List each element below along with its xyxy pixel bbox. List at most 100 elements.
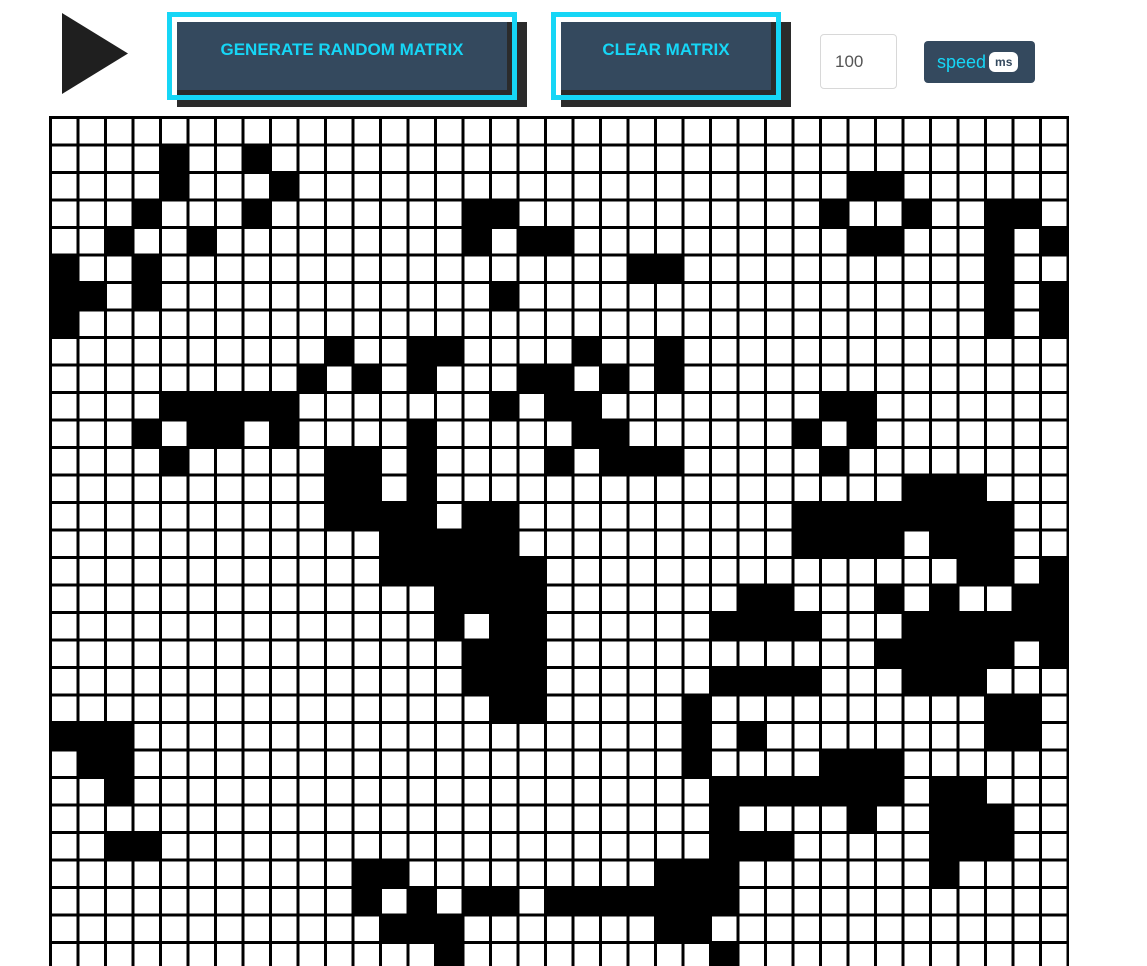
matrix-cell[interactable] [904,339,930,364]
matrix-cell[interactable] [877,119,902,144]
matrix-cell[interactable] [327,311,352,337]
matrix-cell[interactable] [684,586,710,612]
matrix-cell[interactable] [959,394,985,419]
matrix-cell[interactable] [107,916,132,942]
matrix-cell[interactable] [767,449,792,474]
matrix-cell[interactable] [877,201,902,227]
matrix-cell[interactable] [739,669,765,694]
matrix-cell[interactable] [162,504,187,529]
matrix-cell[interactable] [189,449,215,474]
matrix-cell[interactable] [712,531,737,557]
matrix-cell[interactable] [657,614,682,639]
matrix-cell[interactable] [767,559,792,584]
matrix-cell[interactable] [52,394,77,419]
matrix-cell[interactable] [1014,696,1040,722]
matrix-cell[interactable] [519,696,545,722]
matrix-cell[interactable] [987,394,1012,419]
matrix-cell[interactable] [684,394,710,419]
matrix-cell[interactable] [932,586,957,612]
matrix-cell[interactable] [794,284,820,309]
matrix-cell[interactable] [684,146,710,172]
matrix-cell[interactable] [629,174,655,199]
matrix-cell[interactable] [79,641,105,667]
matrix-cell[interactable] [492,256,517,282]
matrix-cell[interactable] [1042,779,1067,804]
matrix-cell[interactable] [52,311,77,337]
matrix-cell[interactable] [107,421,132,447]
matrix-cell[interactable] [162,146,187,172]
matrix-cell[interactable] [189,146,215,172]
matrix-cell[interactable] [849,229,875,254]
matrix-cell[interactable] [272,504,297,529]
matrix-cell[interactable] [822,834,847,859]
matrix-cell[interactable] [244,916,270,942]
matrix-cell[interactable] [767,696,792,722]
matrix-cell[interactable] [1042,806,1067,832]
matrix-cell[interactable] [684,696,710,722]
matrix-cell[interactable] [244,806,270,832]
matrix-cell[interactable] [684,311,710,337]
matrix-cell[interactable] [519,834,545,859]
matrix-cell[interactable] [602,229,627,254]
matrix-cell[interactable] [904,311,930,337]
matrix-cell[interactable] [739,284,765,309]
matrix-cell[interactable] [354,751,380,777]
matrix-cell[interactable] [244,531,270,557]
matrix-cell[interactable] [629,449,655,474]
matrix-cell[interactable] [794,174,820,199]
matrix-cell[interactable] [739,394,765,419]
matrix-cell[interactable] [107,641,132,667]
matrix-cell[interactable] [602,201,627,227]
matrix-cell[interactable] [1042,311,1067,337]
matrix-cell[interactable] [299,586,325,612]
matrix-cell[interactable] [52,806,77,832]
matrix-cell[interactable] [877,339,902,364]
matrix-cell[interactable] [354,696,380,722]
matrix-cell[interactable] [162,861,187,887]
matrix-cell[interactable] [602,834,627,859]
matrix-cell[interactable] [519,641,545,667]
matrix-cell[interactable] [849,559,875,584]
matrix-cell[interactable] [519,201,545,227]
matrix-cell[interactable] [134,284,160,309]
matrix-cell[interactable] [794,806,820,832]
matrix-cell[interactable] [217,669,242,694]
matrix-cell[interactable] [327,614,352,639]
matrix-cell[interactable] [822,366,847,392]
matrix-cell[interactable] [79,614,105,639]
matrix-cell[interactable] [684,201,710,227]
matrix-cell[interactable] [932,421,957,447]
matrix-cell[interactable] [327,531,352,557]
matrix-cell[interactable] [437,284,462,309]
matrix-cell[interactable] [437,229,462,254]
matrix-cell[interactable] [822,641,847,667]
matrix-cell[interactable] [574,504,600,529]
matrix-cell[interactable] [52,421,77,447]
matrix-cell[interactable] [162,944,187,966]
matrix-cell[interactable] [739,476,765,502]
matrix-cell[interactable] [354,119,380,144]
matrix-cell[interactable] [79,586,105,612]
matrix-cell[interactable] [1042,339,1067,364]
matrix-cell[interactable] [464,476,490,502]
matrix-cell[interactable] [272,779,297,804]
matrix-cell[interactable] [547,174,572,199]
matrix-cell[interactable] [1042,944,1067,966]
matrix-cell[interactable] [272,174,297,199]
matrix-cell[interactable] [409,119,435,144]
matrix-cell[interactable] [299,229,325,254]
matrix-cell[interactable] [822,751,847,777]
matrix-cell[interactable] [354,889,380,914]
matrix-cell[interactable] [1014,861,1040,887]
matrix-cell[interactable] [79,339,105,364]
matrix-cell[interactable] [464,916,490,942]
matrix-cell[interactable] [134,119,160,144]
matrix-cell[interactable] [327,201,352,227]
matrix-cell[interactable] [1014,586,1040,612]
matrix-cell[interactable] [134,339,160,364]
matrix-cell[interactable] [822,421,847,447]
matrix-cell[interactable] [79,696,105,722]
matrix-cell[interactable] [464,861,490,887]
matrix-cell[interactable] [272,724,297,749]
matrix-cell[interactable] [464,696,490,722]
